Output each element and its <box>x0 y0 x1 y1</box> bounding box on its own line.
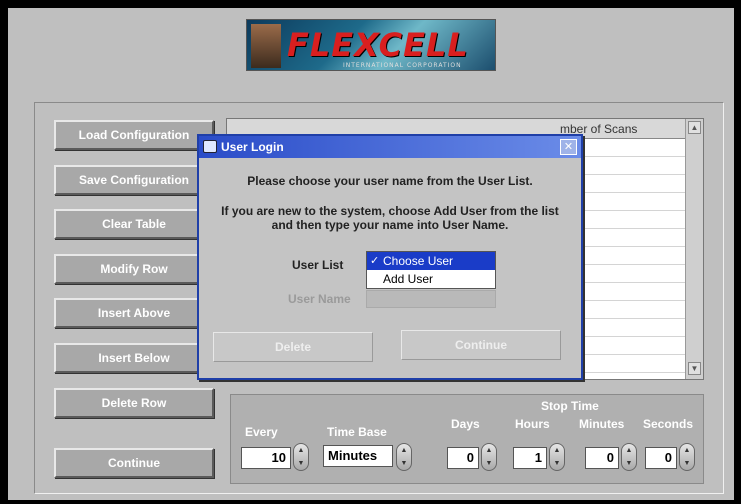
days-spinner-icon[interactable]: ▲ ▼ <box>481 443 497 471</box>
save-configuration-button[interactable]: Save Configuration <box>54 165 214 195</box>
timing-panel: Every 10 ▲ ▼ Time Base Minutes ▲ ▼ Stop Ti… <box>230 394 704 484</box>
stop-time-label: Stop Time <box>541 399 599 413</box>
every-input[interactable]: 10 <box>241 447 291 469</box>
user-list-option-choose-user[interactable]: ✓ Choose User <box>367 252 495 270</box>
time-base-select[interactable]: Minutes <box>323 445 393 467</box>
clear-table-button[interactable]: Clear Table <box>54 209 214 239</box>
logo-emblem-icon <box>251 24 281 68</box>
user-list-option-add-user[interactable]: Add User <box>367 270 495 288</box>
dialog-title-bar[interactable]: User Login <box>199 136 581 158</box>
user-list-dropdown[interactable]: ✓ Choose User Add User <box>366 251 496 289</box>
main-window: FLEXCELL INTERNATIONAL CORPORATION Load … <box>8 8 734 500</box>
hours-input[interactable]: 1 <box>513 447 547 469</box>
logo-subtext: INTERNATIONAL CORPORATION <box>343 62 462 69</box>
modify-row-button[interactable]: Modify Row <box>54 254 214 284</box>
minutes-input[interactable]: 0 <box>585 447 619 469</box>
flexcell-logo: FLEXCELL INTERNATIONAL CORPORATION <box>246 19 496 71</box>
user-list-label: User List <box>292 258 344 272</box>
logo-text: FLEXCELL <box>287 26 469 64</box>
every-label: Every <box>245 425 278 439</box>
option-label: Add User <box>383 272 434 286</box>
time-base-label: Time Base <box>327 425 387 439</box>
insert-below-button[interactable]: Insert Below <box>54 343 214 373</box>
scroll-down-arrow-icon[interactable]: ▼ <box>688 362 701 375</box>
hours-label: Hours <box>515 417 550 431</box>
load-configuration-button[interactable]: Load Configuration <box>54 120 214 150</box>
table-scrollbar[interactable]: ▲ ▼ <box>685 119 703 379</box>
user-name-label: User Name <box>288 292 351 306</box>
option-label: Choose User <box>383 254 454 268</box>
delete-button[interactable]: Delete <box>213 332 373 362</box>
user-login-dialog: User Login ✕ Please choose your user nam… <box>197 134 583 380</box>
hours-spinner-icon[interactable]: ▲ ▼ <box>549 443 565 471</box>
time-base-spinner-icon[interactable]: ▲ ▼ <box>396 443 412 471</box>
dialog-instruction-1: Please choose your user name from the Us… <box>247 174 533 188</box>
days-label: Days <box>451 417 480 431</box>
dialog-continue-button[interactable]: Continue <box>401 330 561 360</box>
minutes-label: Minutes <box>579 417 625 431</box>
user-name-field[interactable] <box>366 290 496 308</box>
continue-button[interactable]: Continue <box>54 448 214 478</box>
dialog-instruction-3: and then type your name into User Name. <box>271 218 509 232</box>
dialog-app-icon <box>203 140 217 153</box>
delete-row-button[interactable]: Delete Row <box>54 388 214 418</box>
days-input[interactable]: 0 <box>447 447 479 469</box>
seconds-label: Seconds <box>643 417 694 431</box>
seconds-input[interactable]: 0 <box>645 447 677 469</box>
dialog-instruction-2: If you are new to the system, choose Add… <box>221 204 559 218</box>
checkmark-icon: ✓ <box>370 255 380 267</box>
minutes-spinner-icon[interactable]: ▲ ▼ <box>621 443 637 471</box>
dialog-title: User Login <box>221 140 284 154</box>
seconds-spinner-icon[interactable]: ▲ ▼ <box>679 443 695 471</box>
insert-above-button[interactable]: Insert Above <box>54 298 214 328</box>
close-icon[interactable]: ✕ <box>560 139 577 155</box>
every-spinner-icon[interactable]: ▲ ▼ <box>293 443 309 471</box>
scroll-up-arrow-icon[interactable]: ▲ <box>688 121 701 134</box>
